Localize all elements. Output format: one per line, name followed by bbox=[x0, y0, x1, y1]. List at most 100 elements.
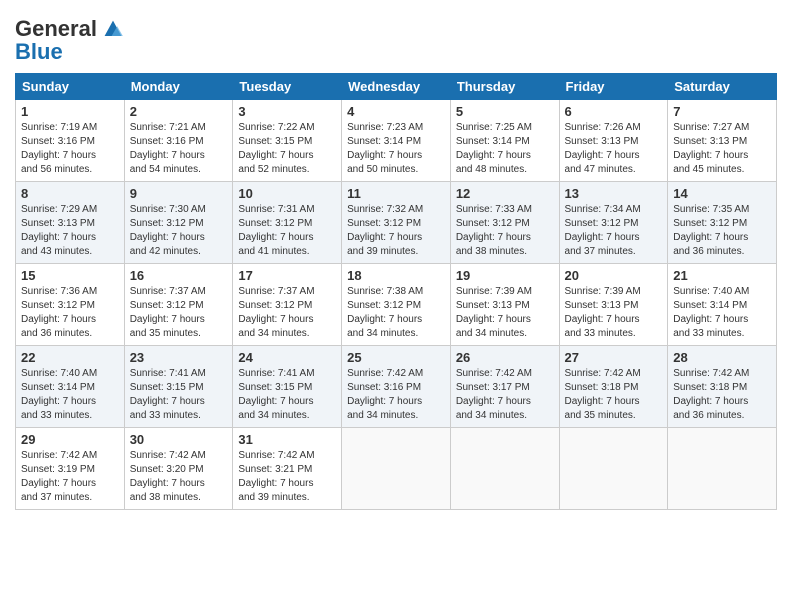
day-number: 18 bbox=[347, 268, 445, 283]
day-info-line: Daylight: 7 hours bbox=[456, 231, 554, 245]
day-info-line: and 36 minutes. bbox=[673, 409, 771, 423]
weekday-header-monday: Monday bbox=[124, 74, 233, 100]
day-info-line: and 37 minutes. bbox=[21, 491, 119, 505]
logo: General Blue bbox=[15, 15, 127, 65]
day-info-line: Daylight: 7 hours bbox=[456, 313, 554, 327]
day-info-line: and 34 minutes. bbox=[347, 327, 445, 341]
day-info-line: Sunset: 3:13 PM bbox=[565, 135, 663, 149]
day-info-line: Sunset: 3:18 PM bbox=[673, 381, 771, 395]
day-info-line: and 50 minutes. bbox=[347, 163, 445, 177]
day-info-line: Sunrise: 7:30 AM bbox=[130, 203, 228, 217]
day-number: 26 bbox=[456, 350, 554, 365]
day-info-line: Sunset: 3:12 PM bbox=[565, 217, 663, 231]
day-info-line: Daylight: 7 hours bbox=[21, 149, 119, 163]
weekday-header-wednesday: Wednesday bbox=[342, 74, 451, 100]
day-info-line: Sunset: 3:14 PM bbox=[21, 381, 119, 395]
day-info-line: Sunrise: 7:29 AM bbox=[21, 203, 119, 217]
day-info-line: Sunset: 3:12 PM bbox=[130, 217, 228, 231]
day-info-line: Daylight: 7 hours bbox=[238, 149, 336, 163]
calendar-cell: 9Sunrise: 7:30 AMSunset: 3:12 PMDaylight… bbox=[124, 182, 233, 264]
day-info-line: Daylight: 7 hours bbox=[130, 395, 228, 409]
day-info-line: and 34 minutes. bbox=[347, 409, 445, 423]
day-info-line: Sunset: 3:14 PM bbox=[347, 135, 445, 149]
calendar-cell: 27Sunrise: 7:42 AMSunset: 3:18 PMDayligh… bbox=[559, 346, 668, 428]
day-info-line: and 34 minutes. bbox=[238, 327, 336, 341]
calendar-cell: 11Sunrise: 7:32 AMSunset: 3:12 PMDayligh… bbox=[342, 182, 451, 264]
calendar-cell: 23Sunrise: 7:41 AMSunset: 3:15 PMDayligh… bbox=[124, 346, 233, 428]
day-number: 25 bbox=[347, 350, 445, 365]
calendar-cell: 18Sunrise: 7:38 AMSunset: 3:12 PMDayligh… bbox=[342, 264, 451, 346]
day-info-line: Daylight: 7 hours bbox=[565, 313, 663, 327]
day-info-line: and 47 minutes. bbox=[565, 163, 663, 177]
day-info-line: and 43 minutes. bbox=[21, 245, 119, 259]
day-info-line: Sunset: 3:17 PM bbox=[456, 381, 554, 395]
day-info-line: Sunset: 3:16 PM bbox=[130, 135, 228, 149]
day-info-line: Daylight: 7 hours bbox=[456, 395, 554, 409]
day-number: 14 bbox=[673, 186, 771, 201]
day-info-line: Sunrise: 7:25 AM bbox=[456, 121, 554, 135]
day-info-line: Sunrise: 7:22 AM bbox=[238, 121, 336, 135]
day-info-line: Daylight: 7 hours bbox=[238, 477, 336, 491]
day-info-line: Sunset: 3:12 PM bbox=[21, 299, 119, 313]
day-number: 7 bbox=[673, 104, 771, 119]
calendar-week-row: 22Sunrise: 7:40 AMSunset: 3:14 PMDayligh… bbox=[16, 346, 777, 428]
weekday-header-thursday: Thursday bbox=[450, 74, 559, 100]
day-number: 20 bbox=[565, 268, 663, 283]
day-info-line: Daylight: 7 hours bbox=[21, 477, 119, 491]
day-info-line: Sunrise: 7:19 AM bbox=[21, 121, 119, 135]
day-info-line: Sunset: 3:16 PM bbox=[347, 381, 445, 395]
day-info-line: Sunrise: 7:31 AM bbox=[238, 203, 336, 217]
day-info-line: Sunrise: 7:38 AM bbox=[347, 285, 445, 299]
calendar-cell: 28Sunrise: 7:42 AMSunset: 3:18 PMDayligh… bbox=[668, 346, 777, 428]
day-number: 16 bbox=[130, 268, 228, 283]
day-info-line: and 36 minutes. bbox=[21, 327, 119, 341]
day-info-line: Sunset: 3:14 PM bbox=[673, 299, 771, 313]
calendar-cell bbox=[668, 428, 777, 510]
day-info-line: Sunset: 3:15 PM bbox=[238, 381, 336, 395]
day-info-line: Sunrise: 7:42 AM bbox=[565, 367, 663, 381]
day-number: 19 bbox=[456, 268, 554, 283]
calendar-cell: 15Sunrise: 7:36 AMSunset: 3:12 PMDayligh… bbox=[16, 264, 125, 346]
day-info-line: and 33 minutes. bbox=[565, 327, 663, 341]
day-info-line: Sunset: 3:12 PM bbox=[347, 217, 445, 231]
day-number: 29 bbox=[21, 432, 119, 447]
calendar-header-row: SundayMondayTuesdayWednesdayThursdayFrid… bbox=[16, 74, 777, 100]
day-info-line: Sunset: 3:12 PM bbox=[347, 299, 445, 313]
day-info-line: Sunset: 3:12 PM bbox=[673, 217, 771, 231]
day-info-line: Daylight: 7 hours bbox=[130, 231, 228, 245]
day-number: 10 bbox=[238, 186, 336, 201]
day-number: 23 bbox=[130, 350, 228, 365]
day-info-line: Daylight: 7 hours bbox=[238, 231, 336, 245]
day-info-line: and 33 minutes. bbox=[130, 409, 228, 423]
day-info-line: and 39 minutes. bbox=[238, 491, 336, 505]
calendar-cell: 8Sunrise: 7:29 AMSunset: 3:13 PMDaylight… bbox=[16, 182, 125, 264]
day-info-line: Sunrise: 7:39 AM bbox=[565, 285, 663, 299]
day-info-line: Sunset: 3:12 PM bbox=[238, 299, 336, 313]
day-info-line: and 33 minutes. bbox=[673, 327, 771, 341]
day-number: 31 bbox=[238, 432, 336, 447]
day-info-line: Sunrise: 7:42 AM bbox=[21, 449, 119, 463]
day-number: 13 bbox=[565, 186, 663, 201]
day-info-line: and 37 minutes. bbox=[565, 245, 663, 259]
calendar-cell: 3Sunrise: 7:22 AMSunset: 3:15 PMDaylight… bbox=[233, 100, 342, 182]
day-info-line: Sunset: 3:16 PM bbox=[21, 135, 119, 149]
day-info-line: Sunset: 3:18 PM bbox=[565, 381, 663, 395]
day-info-line: Sunrise: 7:42 AM bbox=[456, 367, 554, 381]
calendar-cell bbox=[559, 428, 668, 510]
calendar-cell: 24Sunrise: 7:41 AMSunset: 3:15 PMDayligh… bbox=[233, 346, 342, 428]
day-info-line: Sunset: 3:12 PM bbox=[130, 299, 228, 313]
day-info-line: Sunrise: 7:27 AM bbox=[673, 121, 771, 135]
day-number: 4 bbox=[347, 104, 445, 119]
day-info-line: Sunrise: 7:23 AM bbox=[347, 121, 445, 135]
calendar-cell: 7Sunrise: 7:27 AMSunset: 3:13 PMDaylight… bbox=[668, 100, 777, 182]
calendar-cell: 14Sunrise: 7:35 AMSunset: 3:12 PMDayligh… bbox=[668, 182, 777, 264]
weekday-header-friday: Friday bbox=[559, 74, 668, 100]
day-info-line: Sunrise: 7:34 AM bbox=[565, 203, 663, 217]
day-info-line: Daylight: 7 hours bbox=[347, 231, 445, 245]
day-info-line: and 41 minutes. bbox=[238, 245, 336, 259]
calendar-cell: 12Sunrise: 7:33 AMSunset: 3:12 PMDayligh… bbox=[450, 182, 559, 264]
day-info-line: and 52 minutes. bbox=[238, 163, 336, 177]
day-info-line: and 34 minutes. bbox=[456, 409, 554, 423]
day-number: 22 bbox=[21, 350, 119, 365]
page: General Blue SundayMondayTuesdayWednesda… bbox=[0, 0, 792, 612]
